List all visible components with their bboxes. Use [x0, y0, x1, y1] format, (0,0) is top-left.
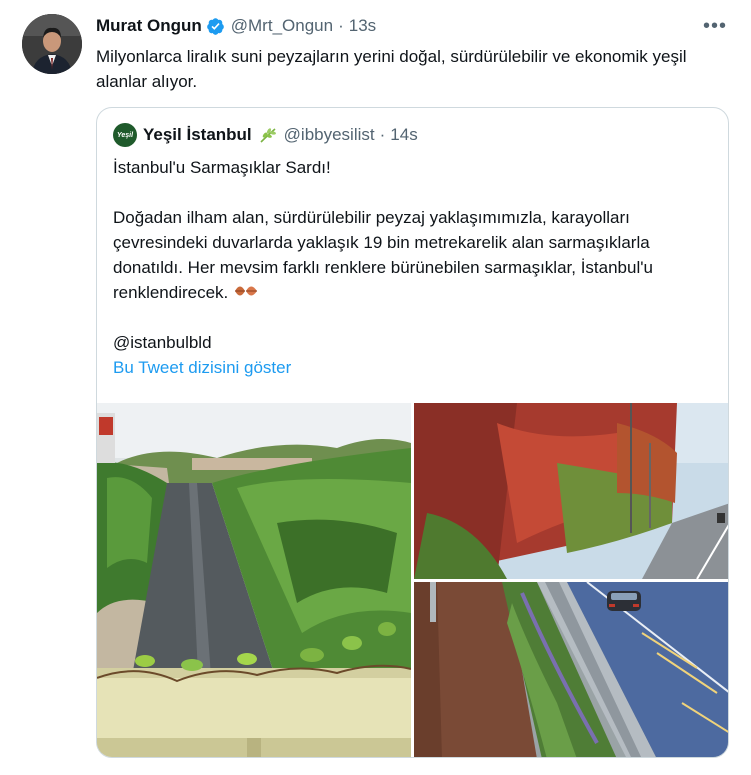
quoted-tweet-text: İstanbul'u Sarmaşıklar Sardı! Doğadan il… [113, 155, 713, 355]
author-avatar[interactable] [22, 14, 82, 74]
quoted-author-name[interactable]: Yeşil İstanbul [143, 125, 252, 145]
author-name[interactable]: Murat Ongun [96, 16, 202, 36]
verified-badge-icon [206, 17, 224, 35]
quoted-tweet-header: Yeşil Yeşil İstanbul @ibbyesilist · 14s [113, 122, 418, 148]
tweet[interactable]: Murat Ongun @Mrt_Ongun · 13s ••• Milyonl… [0, 0, 751, 775]
quoted-tweet-timestamp[interactable]: 14s [390, 125, 417, 145]
tweet-header: Murat Ongun @Mrt_Ongun · 13s [96, 14, 376, 38]
tweet-text: Milyonlarca liralık suni peyzajların yer… [96, 47, 687, 91]
roadside-planting-photo[interactable] [414, 581, 729, 758]
separator-dot: · [379, 125, 386, 144]
media-grid [97, 403, 729, 758]
highway-underpass-ivy-photo[interactable] [97, 403, 412, 758]
tweet-timestamp[interactable]: 13s [349, 16, 376, 36]
quoted-author-avatar[interactable]: Yeşil [113, 123, 137, 147]
separator-dot: · [338, 16, 344, 35]
fallen-leaf-emoji-icon [235, 286, 258, 296]
show-thread-link[interactable]: Bu Tweet dizisini göster [113, 358, 291, 378]
mention-link[interactable]: @istanbulbld [113, 330, 713, 355]
quoted-tweet[interactable]: Yeşil Yeşil İstanbul @ibbyesilist · 14s … [96, 107, 729, 758]
author-handle[interactable]: @Mrt_Ongun [231, 16, 333, 36]
quoted-tweet-headline: İstanbul'u Sarmaşıklar Sardı! [113, 158, 331, 177]
quoted-tweet-body: Doğadan ilham alan, sürdürülebilir peyza… [113, 205, 713, 305]
more-options-icon[interactable]: ••• [703, 14, 727, 38]
herb-emoji-icon [260, 128, 276, 143]
quoted-tweet-body-text: Doğadan ilham alan, sürdürülebilir peyza… [113, 208, 653, 302]
quoted-author-handle[interactable]: @ibbyesilist [284, 125, 375, 145]
red-ivy-wall-photo[interactable] [414, 403, 729, 580]
